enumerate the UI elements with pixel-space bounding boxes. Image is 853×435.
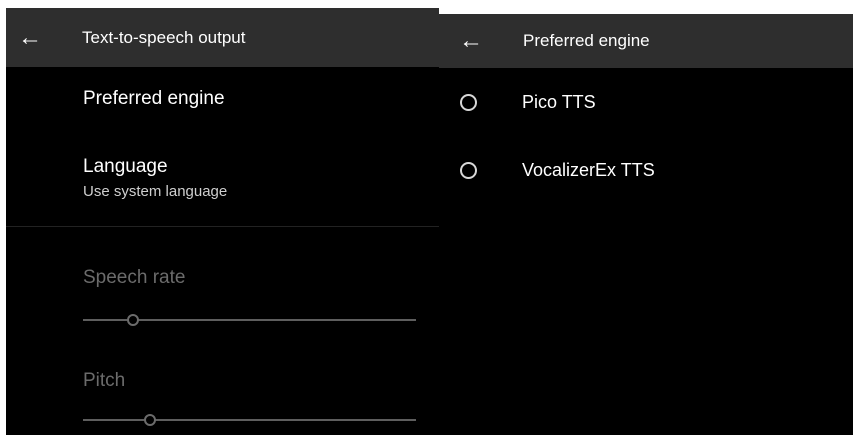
app-bar: ← Text-to-speech output: [6, 8, 439, 67]
preferred-engine-title: Preferred engine: [83, 88, 225, 109]
engine-option-label: VocalizerEx TTS: [522, 159, 655, 180]
speech-rate-slider[interactable]: [83, 313, 416, 327]
speech-rate-item: Speech rate: [83, 267, 185, 289]
page-title: Preferred engine: [523, 31, 650, 50]
arrow-left-icon: ←: [459, 27, 483, 54]
pitch-title: Pitch: [83, 370, 126, 391]
page-title: Text-to-speech output: [82, 27, 246, 47]
engine-option[interactable]: VocalizerEx TTS: [439, 144, 853, 196]
divider: [6, 226, 439, 227]
language-summary: Use system language: [83, 183, 228, 200]
preferred-engine-item[interactable]: Preferred engine: [83, 88, 225, 110]
app-bar: ← Preferred engine: [439, 14, 853, 68]
pitch-slider[interactable]: [83, 413, 416, 427]
language-title: Language: [83, 156, 168, 177]
language-item[interactable]: Language Use system language: [83, 156, 227, 200]
radio-button-icon[interactable]: [460, 161, 477, 179]
back-button[interactable]: ←: [453, 14, 489, 68]
engine-option-label: Pico TTS: [522, 91, 596, 112]
back-button[interactable]: ←: [10, 8, 50, 67]
pitch-track: [83, 419, 416, 421]
arrow-left-icon: ←: [18, 23, 42, 51]
engine-option[interactable]: Pico TTS: [439, 76, 853, 128]
tts-output-screen: ← Text-to-speech output Preferred engine…: [6, 8, 439, 435]
pitch-knob[interactable]: [143, 414, 156, 426]
speech-rate-knob[interactable]: [126, 314, 139, 326]
preferred-engine-screen: ← Preferred engine Pico TTS VocalizerEx …: [439, 14, 853, 435]
speech-rate-title: Speech rate: [83, 267, 186, 288]
radio-button-icon[interactable]: [460, 93, 477, 111]
pitch-item: Pitch: [83, 370, 125, 392]
